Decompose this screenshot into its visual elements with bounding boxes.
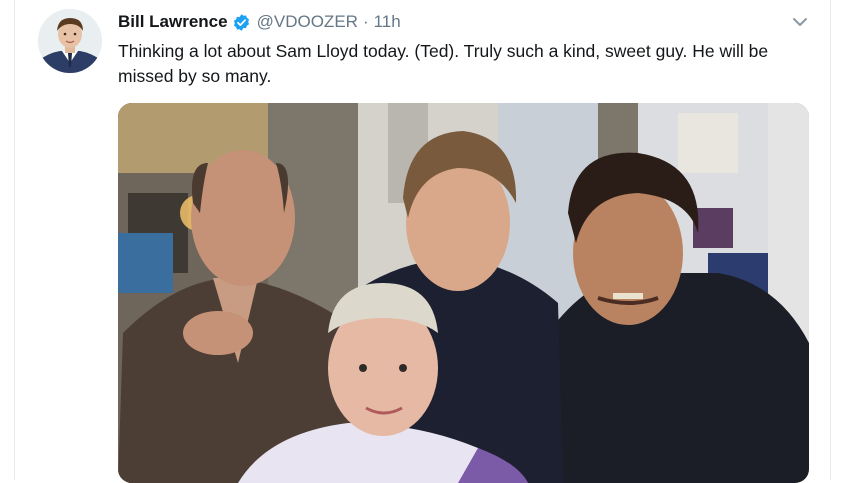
tweet-photo[interactable] <box>118 103 809 483</box>
chevron-down-icon <box>793 18 807 26</box>
timeline-border-right <box>830 0 831 480</box>
author-avatar[interactable] <box>38 9 102 73</box>
header-separator: · <box>362 12 369 31</box>
verified-badge-icon <box>232 13 251 32</box>
tweet-menu-button[interactable] <box>788 12 812 32</box>
tweet-timestamp[interactable]: 11h <box>374 12 401 32</box>
author-handle[interactable]: @VDOOZER <box>257 12 358 32</box>
tweet-text: Thinking a lot about Sam Lloyd today. (T… <box>118 41 769 86</box>
timeline-border-left <box>14 0 15 480</box>
author-name[interactable]: Bill Lawrence <box>118 12 228 32</box>
tweet-header: Bill Lawrence @VDOOZER · 11h <box>118 11 401 33</box>
